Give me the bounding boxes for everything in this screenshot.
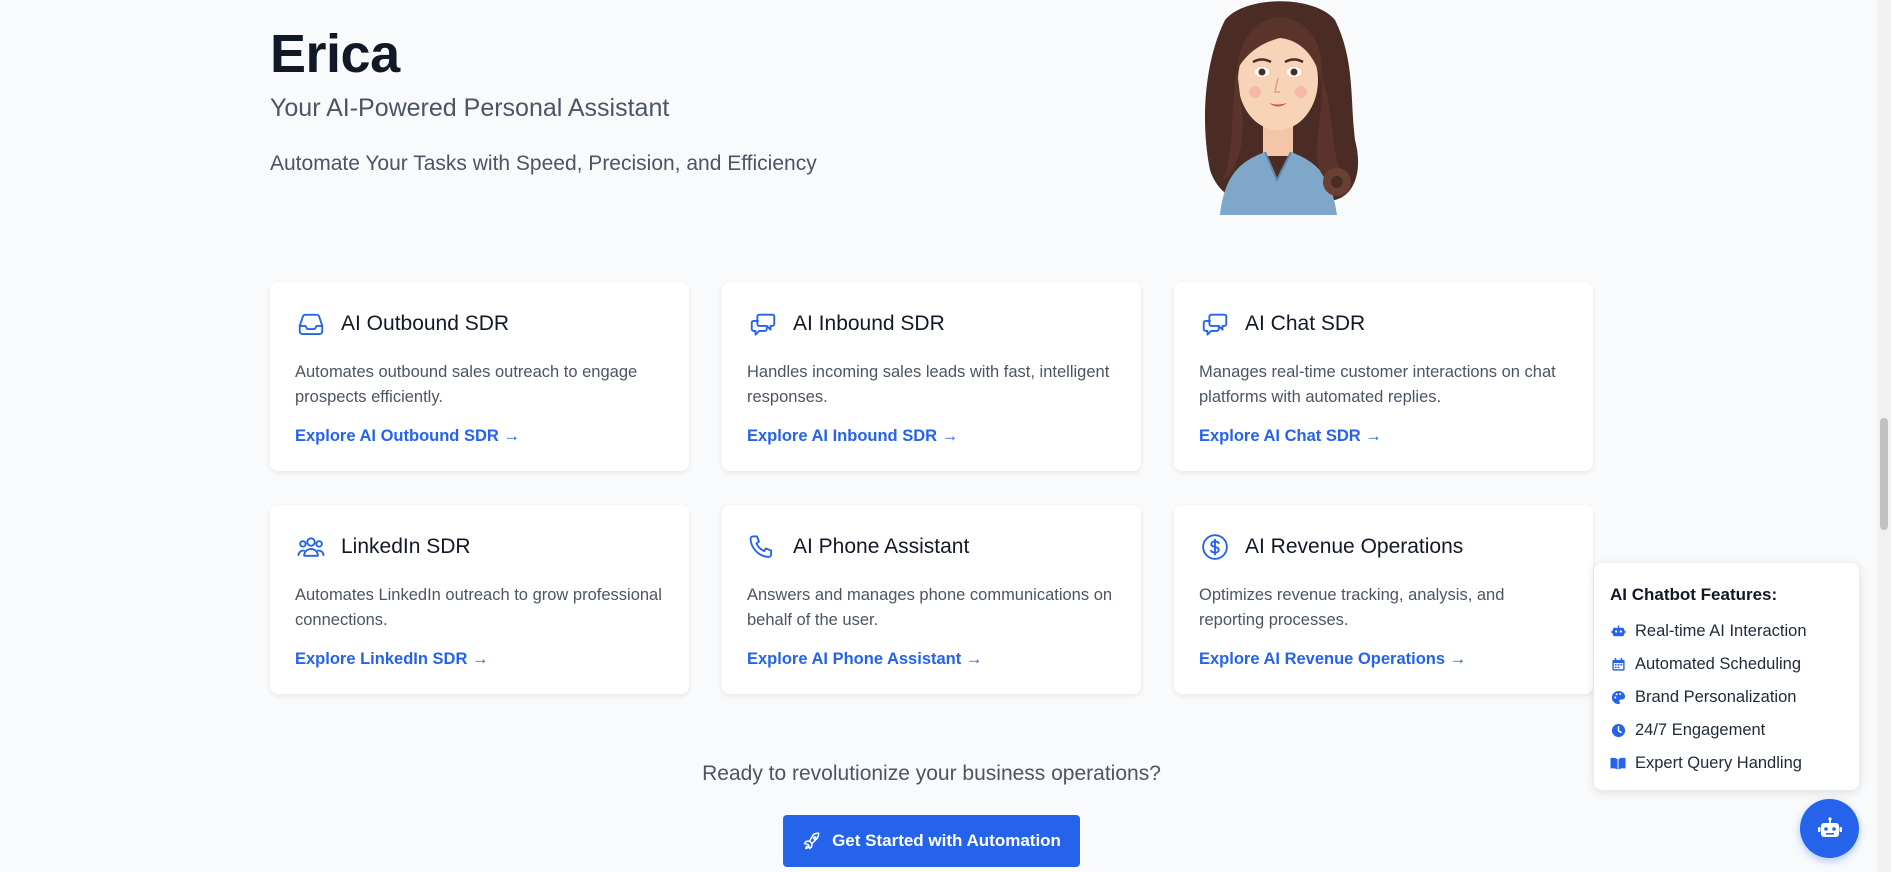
calendar-icon [1610, 657, 1626, 673]
feature-item: Brand Personalization [1610, 681, 1843, 714]
scrollbar-thumb[interactable] [1880, 418, 1888, 530]
chat-bubbles-icon [747, 308, 779, 340]
cta-text: Ready to revolutionize your business ope… [702, 762, 1161, 785]
robot-icon [1817, 816, 1843, 841]
palette-icon [1610, 690, 1626, 706]
hero-subtitle: Your AI-Powered Personal Assistant [270, 94, 670, 122]
book-icon [1610, 756, 1626, 772]
clock-icon [1610, 723, 1626, 739]
card-description: Manages real-time customer interactions … [1199, 363, 1556, 406]
card-ai-phone-assistant: AI Phone Assistant Answers and manages p… [722, 505, 1141, 694]
features-title: AI Chatbot Features: [1610, 585, 1778, 604]
card-title: LinkedIn SDR [341, 535, 471, 558]
explore-ai-outbound-sdr-link[interactable]: Explore AI Outbound SDR → [295, 427, 520, 446]
inbox-icon [295, 308, 327, 340]
robot-icon [1610, 624, 1626, 640]
feature-item: Expert Query Handling [1610, 747, 1843, 780]
feature-label: Expert Query Handling [1635, 754, 1802, 772]
feature-item: Real-time AI Interaction [1610, 615, 1843, 648]
card-title: AI Phone Assistant [793, 535, 970, 558]
card-description: Handles incoming sales leads with fast, … [747, 363, 1110, 406]
chat-bubbles-icon [1199, 308, 1231, 340]
card-ai-revenue-operations: AI Revenue Operations Optimizes revenue … [1174, 505, 1593, 694]
feature-label: Brand Personalization [1635, 688, 1797, 706]
card-title: AI Inbound SDR [793, 312, 945, 335]
assistant-avatar [1185, 0, 1370, 215]
card-ai-chat-sdr: AI Chat SDR Manages real-time customer i… [1174, 282, 1593, 471]
phone-icon [747, 531, 779, 563]
card-description: Automates outbound sales outreach to eng… [295, 363, 638, 406]
card-description: Answers and manages phone communications… [747, 586, 1113, 629]
feature-label: 24/7 Engagement [1635, 721, 1766, 739]
page: Erica Your AI-Powered Personal Assistant… [0, 0, 1891, 872]
services-grid: AI Outbound SDR Automates outbound sales… [270, 282, 1593, 694]
feature-label: Automated Scheduling [1635, 655, 1802, 673]
card-ai-outbound-sdr: AI Outbound SDR Automates outbound sales… [270, 282, 689, 471]
feature-item: 24/7 Engagement [1610, 714, 1843, 747]
explore-ai-inbound-sdr-link[interactable]: Explore AI Inbound SDR → [747, 427, 958, 446]
chatbot-features-popup: AI Chatbot Features: Real-time AI Intera… [1594, 563, 1859, 790]
users-icon [295, 531, 327, 563]
card-description: Automates LinkedIn outreach to grow prof… [295, 586, 662, 629]
rocket-icon [802, 831, 822, 851]
page-title: Erica [270, 24, 400, 84]
explore-linkedin-sdr-link[interactable]: Explore LinkedIn SDR → [295, 650, 488, 669]
explore-ai-phone-assistant-link[interactable]: Explore AI Phone Assistant → [747, 650, 982, 669]
feature-item: Automated Scheduling [1610, 648, 1843, 681]
dollar-circle-icon [1199, 531, 1231, 563]
hero-tagline: Automate Your Tasks with Speed, Precisio… [270, 152, 817, 175]
chatbot-open-button[interactable] [1800, 799, 1859, 858]
get-started-label: Get Started with Automation [832, 831, 1061, 850]
get-started-button[interactable]: Get Started with Automation [783, 815, 1080, 867]
card-linkedin-sdr: LinkedIn SDR Automates LinkedIn outreach… [270, 505, 689, 694]
feature-label: Real-time AI Interaction [1635, 622, 1807, 640]
explore-ai-revenue-operations-link[interactable]: Explore AI Revenue Operations → [1199, 650, 1466, 669]
card-description: Optimizes revenue tracking, analysis, an… [1199, 586, 1505, 629]
card-title: AI Revenue Operations [1245, 535, 1464, 558]
card-title: AI Outbound SDR [341, 312, 510, 335]
card-ai-inbound-sdr: AI Inbound SDR Handles incoming sales le… [722, 282, 1141, 471]
card-title: AI Chat SDR [1245, 312, 1366, 335]
explore-ai-chat-sdr-link[interactable]: Explore AI Chat SDR → [1199, 427, 1382, 446]
